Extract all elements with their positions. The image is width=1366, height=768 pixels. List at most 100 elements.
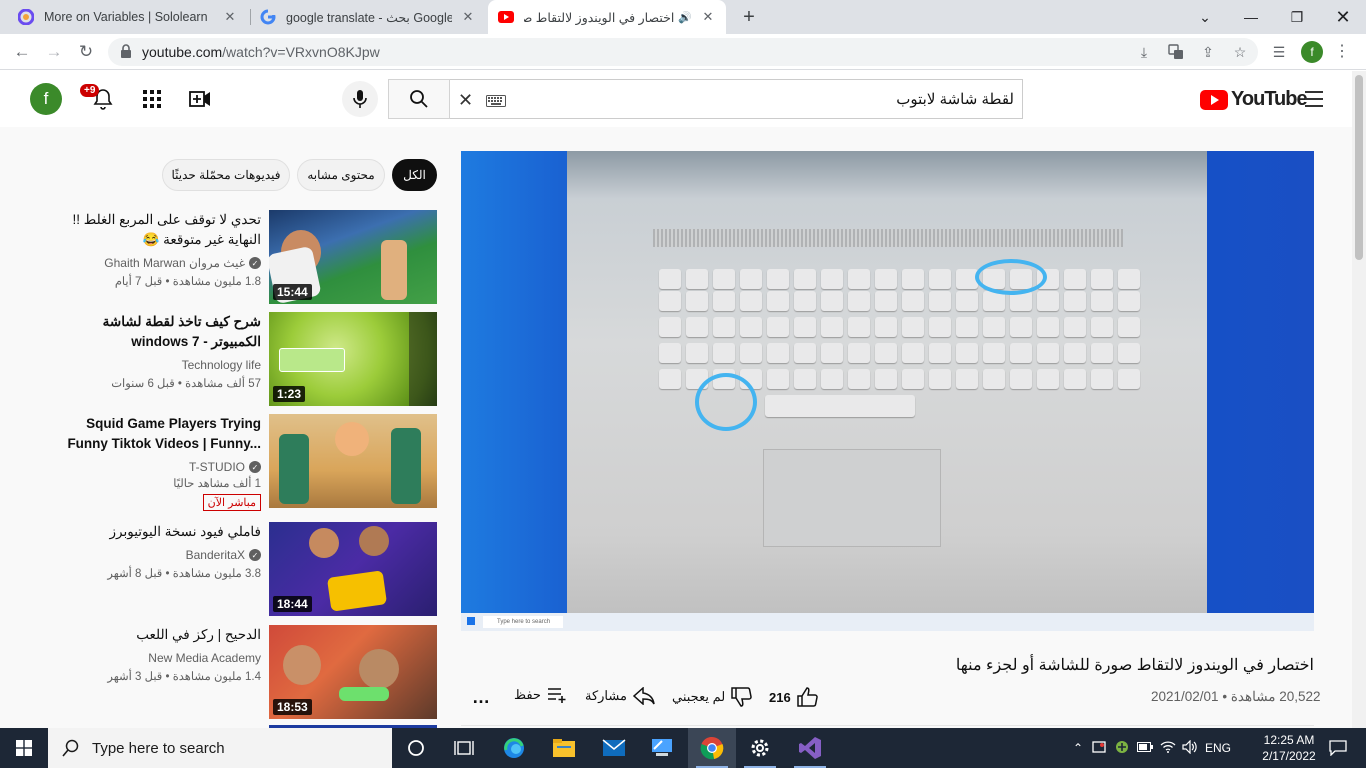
cortana-icon[interactable] bbox=[392, 728, 440, 768]
minimize-button[interactable]: — bbox=[1228, 0, 1274, 34]
tab-search-button[interactable]: ⌄ bbox=[1182, 0, 1228, 34]
save-button[interactable]: حفظ bbox=[514, 687, 569, 703]
channel-label: BanderitaX bbox=[185, 548, 245, 562]
notifications-icon[interactable] bbox=[1318, 728, 1358, 768]
close-icon[interactable]: ✕ bbox=[222, 9, 238, 25]
close-window-button[interactable]: ✕ bbox=[1320, 0, 1366, 34]
recommendation-item[interactable]: 18:53 الدحيح | ركز في اللعب New Media Ac… bbox=[20, 625, 438, 721]
close-icon[interactable]: ✕ bbox=[460, 9, 476, 25]
search-input[interactable]: ✕ لقطة شاشة لابتوب bbox=[450, 79, 1023, 119]
recommendation-title[interactable]: تحدي لا توقف على المربع الغلط !! النهاية… bbox=[61, 210, 262, 250]
chrome-taskbar-icon[interactable] bbox=[688, 728, 736, 768]
tab-youtube[interactable]: اختصار في الويندوز لالتقاط صو 🔊 ✕ bbox=[488, 0, 726, 34]
taskbar-search-box[interactable]: Type here to search bbox=[48, 728, 392, 768]
reading-list-icon[interactable]: ☰ bbox=[1270, 43, 1288, 61]
voice-search-button[interactable] bbox=[342, 81, 378, 117]
recommendation-title[interactable]: فاملي فيود نسخة اليوتيوبرز bbox=[61, 522, 261, 542]
address-bar[interactable]: youtube.com/watch?v=VRxvnO8KJpw ⤓ ⇪ ☆ bbox=[108, 38, 1258, 66]
video-overlay-taskbar: Type here to search bbox=[461, 613, 1314, 631]
youtube-logo[interactable]: YouTube bbox=[1200, 88, 1308, 111]
create-video-icon[interactable] bbox=[188, 87, 212, 111]
channel-name[interactable]: New Media Academy bbox=[148, 651, 261, 665]
video-stats: 3.8 مليون مشاهدة • قبل 8 أشهر bbox=[107, 568, 261, 580]
battery-icon[interactable] bbox=[1133, 741, 1157, 755]
dislike-button[interactable]: لم يعجبني bbox=[672, 687, 753, 707]
file-explorer-icon[interactable] bbox=[540, 728, 588, 768]
duration-badge: 18:44 bbox=[273, 596, 312, 612]
recommendation-title[interactable]: شرح كيف تاخذ لقطة لشاشة الكمبيوتر - wind… bbox=[61, 312, 261, 352]
chip-all[interactable]: الكل bbox=[392, 159, 437, 191]
task-view-icon[interactable] bbox=[440, 728, 488, 768]
more-menu-icon[interactable]: ⋮ bbox=[1334, 41, 1350, 61]
apps-grid-icon[interactable] bbox=[140, 87, 164, 111]
channel-name[interactable]: Ghaith Marwan غيث مروان ✓ bbox=[104, 256, 261, 270]
recommendation-title[interactable]: الدحيح | ركز في اللعب bbox=[61, 625, 261, 645]
screen-capture-tray-icon[interactable] bbox=[1087, 740, 1111, 757]
browser-tabstrip: More on Variables | Sololearn ✕ google t… bbox=[0, 0, 1366, 34]
thumbs-down-icon bbox=[731, 687, 752, 707]
taskbar-search-placeholder: Type here to search bbox=[92, 739, 225, 757]
lock-icon[interactable] bbox=[120, 44, 132, 63]
taskbar-clock[interactable]: 12:25 AM 2/17/2022 bbox=[1256, 732, 1322, 764]
tab-google-translate[interactable]: google translate - بحث Google ✕ bbox=[250, 0, 486, 34]
share-button[interactable]: مشاركة bbox=[585, 687, 655, 705]
chip-recently-uploaded[interactable]: فيديوهات محمّلة حديثًا bbox=[162, 159, 290, 191]
scrollbar-thumb[interactable] bbox=[1355, 75, 1363, 260]
mail-icon[interactable] bbox=[590, 728, 638, 768]
chevron-up-icon[interactable]: ⌃ bbox=[1073, 741, 1087, 755]
search-icon bbox=[410, 90, 428, 108]
back-button[interactable]: ← bbox=[10, 40, 34, 64]
recommendation-item[interactable]: 1:23 شرح كيف تاخذ لقطة لشاشة الكمبيوتر -… bbox=[20, 312, 438, 408]
video-thumbnail[interactable] bbox=[269, 414, 437, 508]
restore-button[interactable]: ❐ bbox=[1274, 0, 1320, 34]
channel-name[interactable]: Technology life bbox=[182, 358, 261, 372]
search-button[interactable] bbox=[388, 79, 450, 119]
share-icon[interactable]: ⇪ bbox=[1199, 43, 1217, 61]
settings-gear-icon[interactable] bbox=[736, 728, 784, 768]
speaker-icon[interactable]: 🔊 bbox=[678, 11, 692, 24]
video-stats: 1.8 مليون مشاهدة • قبل 7 أيام bbox=[114, 276, 261, 288]
windows-taskbar: Type here to search ⌃ ENG 12:25 AM 2/17/… bbox=[0, 728, 1366, 768]
recommendation-item[interactable]: 15:44 تحدي لا توقف على المربع الغلط !! ا… bbox=[20, 210, 438, 306]
bookmark-star-icon[interactable]: ☆ bbox=[1231, 43, 1249, 61]
channel-name[interactable]: BanderitaX ✓ bbox=[186, 548, 261, 562]
recommendation-item[interactable]: Squid Game Players Trying Funny Tiktok V… bbox=[20, 414, 438, 511]
visual-studio-icon[interactable] bbox=[786, 728, 834, 768]
menu-icon[interactable] bbox=[1305, 91, 1323, 112]
clear-search-icon[interactable]: ✕ bbox=[458, 90, 473, 111]
like-button[interactable]: 216 bbox=[769, 687, 819, 707]
duration-badge: 18:53 bbox=[273, 699, 312, 715]
account-avatar[interactable]: f bbox=[30, 83, 62, 115]
start-button[interactable] bbox=[0, 728, 48, 768]
verified-icon: ✓ bbox=[249, 257, 261, 269]
watch-page: Type here to search اختصار في الويندوز ل… bbox=[0, 127, 1352, 728]
recommendation-item[interactable]: 18:44 فاملي فيود نسخة اليوتيوبرز Banderi… bbox=[20, 522, 438, 618]
tab-title: google translate - بحث Google bbox=[286, 10, 452, 25]
keyboard-icon[interactable] bbox=[486, 94, 506, 112]
video-meta: 2021/02/01 • 20,522 مشاهدة bbox=[1151, 689, 1321, 704]
channel-name[interactable]: T-STUDIO ✓ bbox=[189, 460, 261, 474]
remote-desktop-icon[interactable] bbox=[638, 728, 686, 768]
reload-button[interactable]: ↻ bbox=[74, 40, 98, 64]
highlight-circle-win bbox=[695, 373, 757, 431]
tab-sololearn[interactable]: More on Variables | Sololearn ✕ bbox=[8, 0, 248, 34]
recommendation-title[interactable]: Squid Game Players Trying Funny Tiktok V… bbox=[61, 414, 261, 454]
channel-label: Technology life bbox=[181, 358, 261, 372]
volume-icon[interactable] bbox=[1179, 739, 1201, 757]
edge-icon[interactable] bbox=[490, 728, 538, 768]
wifi-icon[interactable] bbox=[1157, 740, 1179, 756]
forward-button[interactable]: → bbox=[42, 40, 66, 64]
profile-avatar[interactable]: f bbox=[1301, 41, 1323, 63]
new-tab-button[interactable]: + bbox=[738, 6, 760, 28]
chip-related[interactable]: محتوى مشابه bbox=[297, 159, 385, 191]
translate-icon[interactable] bbox=[1167, 43, 1185, 61]
video-player[interactable]: Type here to search bbox=[461, 151, 1314, 631]
video-stats: 1.4 مليون مشاهدة • قبل 3 أشهر bbox=[107, 671, 261, 683]
language-indicator[interactable]: ENG bbox=[1201, 741, 1235, 755]
thumbs-up-icon bbox=[796, 687, 818, 707]
windows-logo-icon bbox=[16, 740, 32, 756]
update-tray-icon[interactable] bbox=[1111, 740, 1133, 757]
more-actions-icon[interactable]: … bbox=[472, 687, 490, 708]
close-icon[interactable]: ✕ bbox=[700, 9, 716, 25]
install-icon[interactable]: ⤓ bbox=[1135, 43, 1153, 61]
